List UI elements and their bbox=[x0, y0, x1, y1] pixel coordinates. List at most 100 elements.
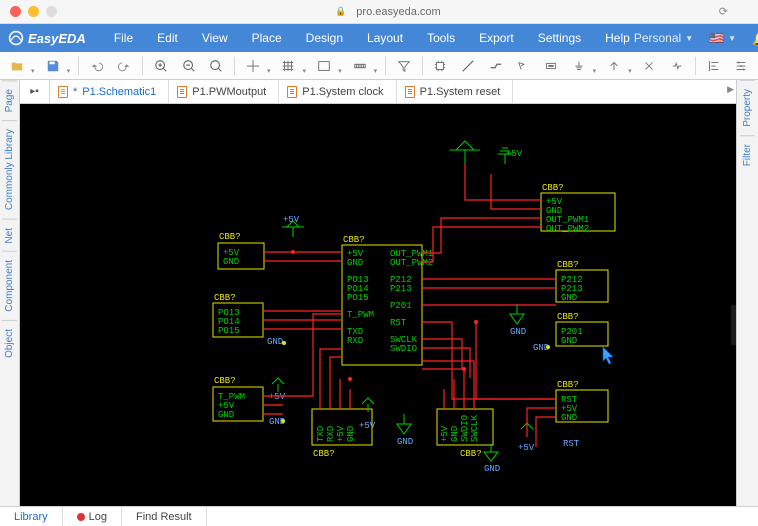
svg-text:PO15: PO15 bbox=[218, 326, 240, 336]
right-tab-filter[interactable]: Filter bbox=[740, 135, 755, 174]
language-flag[interactable]: 🇺🇸 ▼ bbox=[703, 31, 742, 45]
bus-button[interactable] bbox=[483, 54, 509, 78]
app-logo[interactable]: EasyEDA bbox=[8, 30, 86, 46]
ruler-button[interactable]: ▾ bbox=[347, 54, 381, 78]
close-window-dot[interactable] bbox=[10, 6, 21, 17]
doc-tab-systemclock[interactable]: P1.System clock bbox=[279, 80, 396, 103]
svg-text:P213: P213 bbox=[390, 284, 412, 294]
save-button[interactable]: ▾ bbox=[40, 54, 74, 78]
maximize-window-dot[interactable] bbox=[46, 6, 57, 17]
menu-design[interactable]: Design bbox=[296, 31, 353, 45]
menu-layout[interactable]: Layout bbox=[357, 31, 413, 45]
svg-text:+5V: +5V bbox=[269, 392, 286, 402]
menu-place[interactable]: Place bbox=[242, 31, 292, 45]
menu-help[interactable]: Help Personal ▼ bbox=[599, 31, 699, 45]
lock-icon: 🔒 bbox=[335, 6, 346, 17]
schematic-canvas[interactable]: CBB? +5V GND OUT_PWM1 OUT_PWM2 +5V CBB? … bbox=[20, 104, 736, 506]
svg-text:GND: GND bbox=[347, 258, 363, 268]
open-button[interactable]: ▾ bbox=[4, 54, 38, 78]
svg-text:GND: GND bbox=[397, 437, 413, 447]
svg-text:CBB?: CBB? bbox=[214, 376, 236, 386]
flag-icon: 🇺🇸 bbox=[709, 31, 724, 45]
chevron-down-icon: ▼ bbox=[685, 34, 693, 43]
menu-edit[interactable]: Edit bbox=[147, 31, 188, 45]
left-tab-commonly-library[interactable]: Commonly Library bbox=[2, 120, 17, 218]
footer-tab-library[interactable]: Library bbox=[0, 507, 63, 526]
svg-text:GND: GND bbox=[223, 257, 239, 267]
tabs-scroll-right[interactable]: ▶ bbox=[727, 84, 734, 95]
menu-file[interactable]: File bbox=[104, 31, 143, 45]
left-tab-component[interactable]: Component bbox=[2, 251, 17, 320]
menu-export[interactable]: Export bbox=[469, 31, 524, 45]
part-button[interactable] bbox=[538, 54, 564, 78]
redo-button[interactable] bbox=[112, 54, 138, 78]
crosshair-button[interactable]: ▾ bbox=[240, 54, 274, 78]
grid-button[interactable]: ▾ bbox=[275, 54, 309, 78]
tab-label: P1.PWMoutput bbox=[192, 86, 266, 98]
frame-button[interactable]: ▾ bbox=[311, 54, 345, 78]
sheets-tree-toggle[interactable]: ▸▪ bbox=[20, 80, 50, 103]
svg-text:RST: RST bbox=[390, 318, 407, 328]
bottom-panel-tabs: Library Log Find Result bbox=[0, 506, 758, 526]
svg-text:GND: GND bbox=[218, 410, 234, 420]
filter-button[interactable] bbox=[391, 54, 417, 78]
center-column: ▸▪ *P1.Schematic1 P1.PWMoutput P1.System… bbox=[20, 80, 736, 506]
svg-text:GND: GND bbox=[450, 426, 460, 442]
svg-text:GND: GND bbox=[484, 464, 500, 474]
footer-tab-find-result[interactable]: Find Result bbox=[122, 507, 207, 526]
ground-button[interactable]: ▾ bbox=[566, 54, 600, 78]
app-menubar: EasyEDA File Edit View Place Design Layo… bbox=[0, 24, 758, 52]
zoom-out-button[interactable] bbox=[176, 54, 202, 78]
svg-text:TXD: TXD bbox=[316, 426, 326, 442]
left-tab-net[interactable]: Net bbox=[2, 219, 17, 252]
document-icon bbox=[58, 86, 68, 98]
svg-text:RXD: RXD bbox=[326, 426, 336, 442]
netlabel-button[interactable] bbox=[510, 54, 536, 78]
notifications-icon[interactable]: 🔔 bbox=[746, 30, 758, 47]
logo-icon bbox=[8, 30, 24, 46]
right-tab-property[interactable]: Property bbox=[740, 80, 755, 135]
left-tab-page[interactable]: Page bbox=[2, 80, 17, 120]
menu-tools[interactable]: Tools bbox=[417, 31, 465, 45]
svg-text:PO15: PO15 bbox=[347, 293, 369, 303]
right-panel-tabs: Property Filter bbox=[736, 80, 758, 506]
chip-button[interactable] bbox=[428, 54, 454, 78]
footer-tab-log[interactable]: Log bbox=[63, 507, 122, 526]
zoom-fit-button[interactable] bbox=[203, 54, 229, 78]
svg-text:GND: GND bbox=[267, 337, 283, 347]
menu-settings[interactable]: Settings bbox=[528, 31, 591, 45]
svg-text:RXD: RXD bbox=[347, 336, 363, 346]
undo-button[interactable] bbox=[84, 54, 110, 78]
menu-view[interactable]: View bbox=[192, 31, 238, 45]
left-tab-object[interactable]: Object bbox=[2, 320, 17, 366]
align-left-button[interactable] bbox=[701, 54, 727, 78]
noconnect-button[interactable] bbox=[637, 54, 663, 78]
svg-text:SWDIO: SWDIO bbox=[460, 415, 470, 442]
svg-text:CBB?: CBB? bbox=[460, 449, 482, 459]
toolbar: ▾ ▾ ▾ ▾ ▾ ▾ ▾ ▾ bbox=[0, 52, 758, 80]
symbol-button[interactable] bbox=[664, 54, 690, 78]
reload-icon[interactable]: ⟳ bbox=[719, 5, 728, 18]
doc-tab-pwmoutput[interactable]: P1.PWMoutput bbox=[169, 80, 279, 103]
zoom-in-button[interactable] bbox=[148, 54, 174, 78]
svg-text:P201: P201 bbox=[390, 301, 412, 311]
distribute-button[interactable] bbox=[728, 54, 754, 78]
wire-button[interactable] bbox=[455, 54, 481, 78]
svg-text:+5V: +5V bbox=[359, 421, 376, 431]
svg-text:GND: GND bbox=[346, 426, 356, 442]
minimize-window-dot[interactable] bbox=[28, 6, 39, 17]
document-icon bbox=[177, 86, 187, 98]
svg-text:CBB?: CBB? bbox=[557, 312, 579, 322]
svg-text:+5V: +5V bbox=[283, 215, 300, 225]
vertical-scrollbar[interactable] bbox=[731, 305, 736, 345]
status-dot-icon bbox=[77, 513, 85, 521]
svg-text:+5V: +5V bbox=[518, 443, 535, 453]
doc-tab-schematic1[interactable]: *P1.Schematic1 bbox=[50, 80, 169, 103]
svg-text:OUT_PWM2: OUT_PWM2 bbox=[390, 258, 433, 268]
svg-text:CBB?: CBB? bbox=[313, 449, 335, 459]
svg-text:CBB?: CBB? bbox=[343, 235, 365, 245]
doc-tab-systemreset[interactable]: P1.System reset bbox=[397, 80, 514, 103]
svg-text:CBB?: CBB? bbox=[557, 380, 579, 390]
tab-label: P1.System clock bbox=[302, 86, 383, 98]
power-button[interactable]: ▾ bbox=[601, 54, 635, 78]
